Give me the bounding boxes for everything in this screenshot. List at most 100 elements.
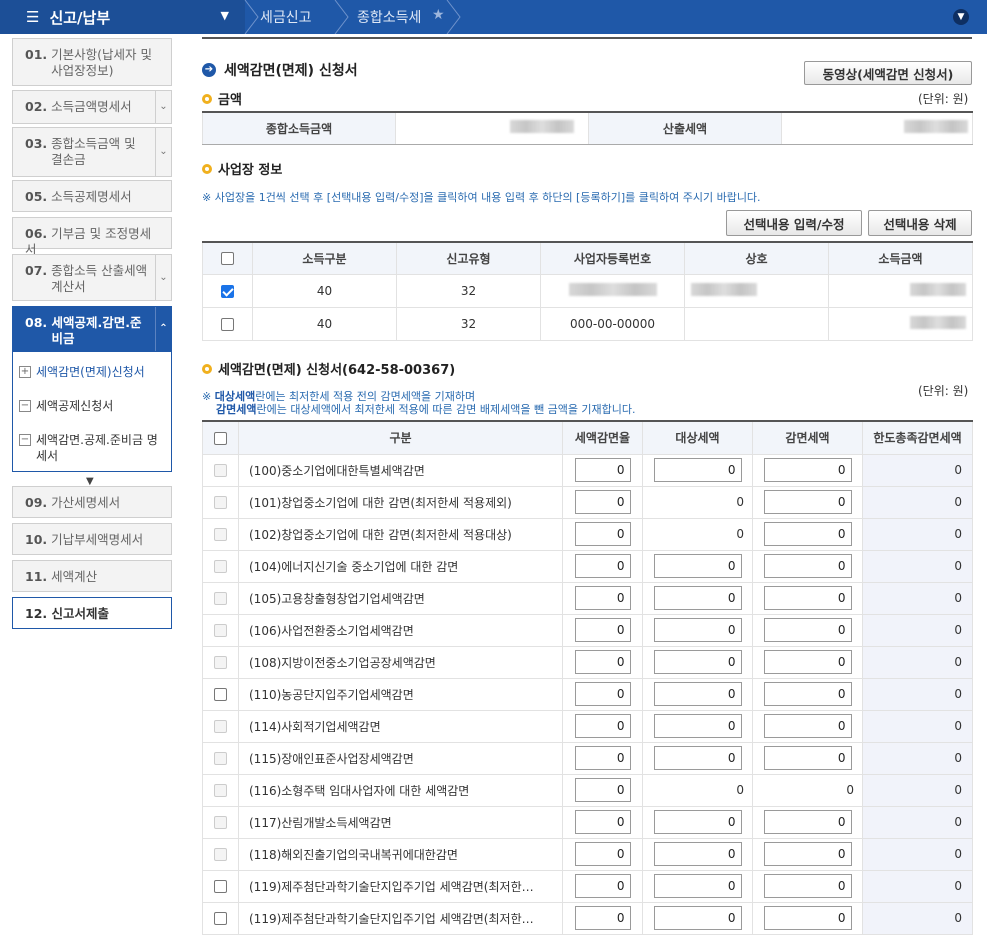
- target-tax-input[interactable]: 0: [653, 874, 742, 898]
- submenu-item-detail[interactable]: − 세액감면.공제.준비금 명세서: [19, 432, 159, 464]
- sidebar-step-02[interactable]: 02. 소득금액명세서 ⌄: [12, 90, 172, 124]
- reduced-tax-input[interactable]: 0: [763, 714, 852, 738]
- menu-button[interactable]: ☰ 신고/납부 ▼: [0, 0, 245, 34]
- sidebar-step-10[interactable]: 10. 기납부세액명세서: [12, 523, 172, 555]
- reduced-tax-input[interactable]: 0: [763, 682, 852, 706]
- target-tax-input[interactable]: 0: [653, 682, 742, 706]
- collapse-chevron-icon[interactable]: ▼: [953, 9, 969, 25]
- target-tax-input[interactable]: 0: [653, 906, 742, 930]
- target-tax-cell: 0: [642, 837, 753, 871]
- reduced-tax-input[interactable]: 0: [763, 842, 852, 866]
- rate-input[interactable]: 0: [574, 842, 631, 866]
- target-tax-input[interactable]: 0: [653, 650, 742, 674]
- table-row[interactable]: (119)제주첨단과학기술단지입주기업 세액감면(최저한… 0 0 0 0: [202, 901, 973, 935]
- reduced-tax-input[interactable]: 0: [763, 458, 852, 482]
- table-row[interactable]: (110)농공단지입주기업세액감면 0 0 0 0: [202, 677, 973, 711]
- video-button[interactable]: 동영상(세액감면 신청서): [804, 61, 972, 85]
- submenu-item-reduction[interactable]: + 세액감면(면제)신청서: [19, 364, 145, 380]
- table-row[interactable]: (118)해외진출기업의국내복귀에대한감면 0 0 0 0: [202, 837, 973, 871]
- chevron-up-icon[interactable]: ⌃: [155, 307, 171, 351]
- rate-input[interactable]: 0: [574, 874, 631, 898]
- table-row[interactable]: (106)사업전환중소기업세액감면 0 0 0 0: [202, 613, 973, 647]
- rate-input[interactable]: 0: [574, 490, 631, 514]
- sidebar-step-08[interactable]: 08. 세액공제.감면.준비금 ⌃: [12, 306, 172, 352]
- rate-input[interactable]: 0: [574, 554, 631, 578]
- table-row[interactable]: (104)에너지신기술 중소기업에 대한 감면 0 0 0 0: [202, 549, 973, 583]
- sidebar-step-01[interactable]: 01. 기본사항(납세자 및 사업장정보): [12, 38, 172, 86]
- reduced-tax-input[interactable]: 0: [763, 522, 852, 546]
- target-tax-input[interactable]: 0: [653, 746, 742, 770]
- reduced-tax-input[interactable]: 0: [763, 554, 852, 578]
- rate-input[interactable]: 0: [574, 810, 631, 834]
- reduced-tax-input[interactable]: 0: [763, 618, 852, 642]
- table-row[interactable]: (108)지방이전중소기업공장세액감면 0 0 0 0: [202, 645, 973, 679]
- row-select-cell: [202, 709, 239, 743]
- reduced-tax-cell: 0: [752, 549, 863, 583]
- row-checkbox[interactable]: [221, 284, 234, 298]
- rate-input[interactable]: 0: [574, 618, 631, 642]
- chevron-down-icon[interactable]: ⌄: [155, 255, 171, 300]
- reduced-tax-input[interactable]: 0: [763, 586, 852, 610]
- table-row[interactable]: (102)창업중소기업에 대한 감면(최저한세 적용대상) 0 0 0 0: [202, 517, 973, 551]
- chevron-down-icon[interactable]: ⌄: [155, 91, 171, 123]
- rate-input[interactable]: 0: [574, 714, 631, 738]
- table-row[interactable]: (114)사회적기업세액감면 0 0 0 0: [202, 709, 973, 743]
- rate-input[interactable]: 0: [574, 778, 631, 802]
- rate-input[interactable]: 0: [574, 586, 631, 610]
- table-row[interactable]: (115)장애인표준사업장세액감면 0 0 0 0: [202, 741, 973, 775]
- sidebar-step-09[interactable]: 09. 가산세명세서: [12, 486, 172, 518]
- reduced-tax-input[interactable]: 0: [763, 874, 852, 898]
- reduced-tax-input[interactable]: 0: [763, 746, 852, 770]
- sidebar-step-07[interactable]: 07. 종합소득 산출세액계산서 ⌄: [12, 254, 172, 301]
- table-row[interactable]: (101)창업중소기업에 대한 감면(최저한세 적용제외) 0 0 0 0: [202, 485, 973, 519]
- sidebar-step-05[interactable]: 05. 소득공제명세서: [12, 180, 172, 212]
- target-tax-input[interactable]: 0: [653, 714, 742, 738]
- target-tax-input[interactable]: 0: [653, 618, 742, 642]
- reg-no-cell: [540, 273, 685, 308]
- row-checkbox[interactable]: [214, 912, 227, 925]
- delete-selected-button[interactable]: 선택내용 삭제: [868, 210, 972, 236]
- collapse-minus-icon: −: [19, 434, 31, 446]
- rate-input[interactable]: 0: [574, 650, 631, 674]
- target-tax-input[interactable]: 0: [653, 554, 742, 578]
- rate-input[interactable]: 0: [574, 906, 631, 930]
- table-row[interactable]: (100)중소기업에대한특별세액감면 0 0 0 0: [202, 453, 973, 487]
- breadcrumb-item[interactable]: 종합소득세: [357, 0, 421, 34]
- row-checkbox[interactable]: [221, 317, 234, 331]
- breadcrumb-item[interactable]: 세금신고: [260, 0, 312, 34]
- breadcrumb-separator-icon: [334, 0, 349, 34]
- table-row[interactable]: (116)소형주택 임대사업자에 대한 세액감면 0 0 0 0: [202, 773, 973, 807]
- select-all-checkbox[interactable]: [221, 252, 234, 266]
- step-number: 03.: [25, 136, 48, 151]
- table-row[interactable]: 40 32: [202, 273, 973, 308]
- edit-selected-button[interactable]: 선택내용 입력/수정: [726, 210, 862, 236]
- table-row[interactable]: 40 32 000-00-00000: [202, 306, 973, 341]
- section-title-text: 금액: [218, 93, 242, 108]
- sidebar-step-06[interactable]: 06. 기부금 및 조정명세서: [12, 217, 172, 257]
- rate-input[interactable]: 0: [574, 746, 631, 770]
- select-all-checkbox[interactable]: [214, 431, 227, 445]
- row-checkbox[interactable]: [214, 880, 227, 893]
- table-row[interactable]: (105)고용창출형창업기업세액감면 0 0 0 0: [202, 581, 973, 615]
- target-tax-input[interactable]: 0: [653, 842, 742, 866]
- reduced-tax-input[interactable]: 0: [763, 810, 852, 834]
- rate-input[interactable]: 0: [574, 458, 631, 482]
- reduced-tax-input[interactable]: 0: [763, 490, 852, 514]
- rate-input[interactable]: 0: [574, 682, 631, 706]
- table-row[interactable]: (117)산림개발소득세액감면 0 0 0 0: [202, 805, 973, 839]
- rate-input[interactable]: 0: [574, 522, 631, 546]
- chevron-down-icon[interactable]: ⌄: [155, 128, 171, 176]
- reduction-type-cell: (115)장애인표준사업장세액감면: [238, 741, 563, 775]
- row-checkbox[interactable]: [214, 688, 227, 701]
- reduced-tax-input[interactable]: 0: [763, 906, 852, 930]
- favorite-star-icon[interactable]: ★: [432, 7, 445, 23]
- target-tax-input[interactable]: 0: [653, 458, 742, 482]
- reduced-tax-input[interactable]: 0: [763, 650, 852, 674]
- submenu-item-credit[interactable]: − 세액공제신청서: [19, 398, 113, 414]
- sidebar-step-12[interactable]: 12. 신고서제출: [12, 597, 172, 629]
- sidebar-step-11[interactable]: 11. 세액계산: [12, 560, 172, 592]
- target-tax-input[interactable]: 0: [653, 810, 742, 834]
- target-tax-input[interactable]: 0: [653, 586, 742, 610]
- sidebar-step-03[interactable]: 03. 종합소득금액 및 결손금 ⌄: [12, 127, 172, 177]
- table-row[interactable]: (119)제주첨단과학기술단지입주기업 세액감면(최저한… 0 0 0 0: [202, 869, 973, 903]
